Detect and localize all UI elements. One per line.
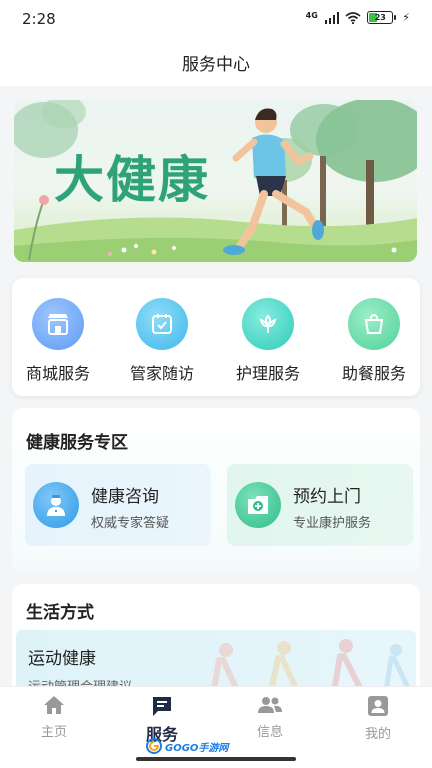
tab-label: 我的 bbox=[364, 727, 391, 742]
quick-action-label: 护理服务 bbox=[235, 364, 300, 383]
charging-icon: ⚡ bbox=[402, 11, 410, 24]
sports-health-banner[interactable]: 运动健康 运动管理合理建议 bbox=[16, 630, 416, 694]
nav-bar: 服务中心 bbox=[0, 38, 432, 86]
battery-level: 23 bbox=[374, 13, 386, 22]
network-type-label: 4G bbox=[305, 11, 318, 20]
lifestyle-title: 生活方式 bbox=[26, 603, 94, 623]
service-subtitle: 专业康护服务 bbox=[293, 516, 372, 531]
tab-info[interactable]: 信息 bbox=[216, 695, 324, 740]
calendar-check-icon bbox=[136, 298, 188, 350]
banner-title: 大健康 bbox=[54, 151, 210, 209]
medical-kit-icon bbox=[235, 482, 281, 528]
lifestyle-card: 生活方式 运动健康 运动管理合理建议 bbox=[12, 584, 420, 694]
status-bar: 2:28 4G 23 ⚡ bbox=[0, 0, 432, 38]
quick-action-follow-up[interactable]: 管家随访 bbox=[116, 298, 208, 384]
tab-home[interactable]: 主页 bbox=[0, 695, 108, 740]
home-indicator[interactable] bbox=[136, 757, 296, 761]
shopping-bag-icon bbox=[348, 298, 400, 350]
profile-icon bbox=[368, 696, 388, 716]
lifestyle-banner-title: 运动健康 bbox=[28, 649, 96, 669]
wifi-icon bbox=[345, 11, 361, 24]
status-time: 2:28 bbox=[22, 10, 56, 28]
people-icon bbox=[258, 697, 282, 713]
home-visit-card[interactable]: 预约上门 专业康护服务 bbox=[227, 464, 413, 546]
home-icon bbox=[44, 696, 64, 714]
health-zone-title: 健康服务专区 bbox=[26, 433, 128, 453]
message-list-icon bbox=[153, 697, 171, 716]
watermark-text: GOGO手游网 bbox=[165, 742, 229, 754]
tab-mine[interactable]: 我的 bbox=[324, 695, 432, 742]
quick-action-label: 助餐服务 bbox=[341, 364, 406, 383]
doctor-icon bbox=[33, 482, 79, 528]
status-icons: 4G 23 ⚡ bbox=[306, 11, 410, 24]
tab-label: 信息 bbox=[256, 725, 283, 740]
flower-care-icon bbox=[242, 298, 294, 350]
service-title: 预约上门 bbox=[293, 487, 361, 507]
quick-action-meals[interactable]: 助餐服务 bbox=[328, 298, 420, 384]
hero-banner[interactable]: 大健康 bbox=[14, 100, 417, 262]
quick-action-mall[interactable]: 商城服务 bbox=[12, 298, 104, 384]
tab-label: 主页 bbox=[40, 725, 67, 740]
service-title: 健康咨询 bbox=[91, 487, 159, 507]
quick-actions-card: 商城服务 管家随访 护理服务 助餐服务 bbox=[12, 278, 420, 396]
watermark-logo-icon bbox=[146, 738, 162, 754]
health-consult-card[interactable]: 健康咨询 权威专家答疑 bbox=[25, 464, 211, 546]
health-zone-card: 健康服务专区 健康咨询 权威专家答疑 预约上门 专业康护服务 bbox=[12, 408, 420, 572]
quick-action-nursing[interactable]: 护理服务 bbox=[222, 298, 314, 384]
store-icon bbox=[32, 298, 84, 350]
quick-action-label: 管家随访 bbox=[129, 364, 194, 383]
page-title: 服务中心 bbox=[182, 54, 250, 75]
battery-icon: 23 bbox=[367, 11, 397, 24]
bottom-tab-bar: 主页 服务 信息 我的 bbox=[0, 686, 432, 768]
service-subtitle: 权威专家答疑 bbox=[91, 516, 170, 531]
quick-action-label: 商城服务 bbox=[25, 364, 90, 383]
signal-icon bbox=[324, 11, 340, 24]
site-watermark: GOGO手游网 bbox=[146, 738, 228, 754]
